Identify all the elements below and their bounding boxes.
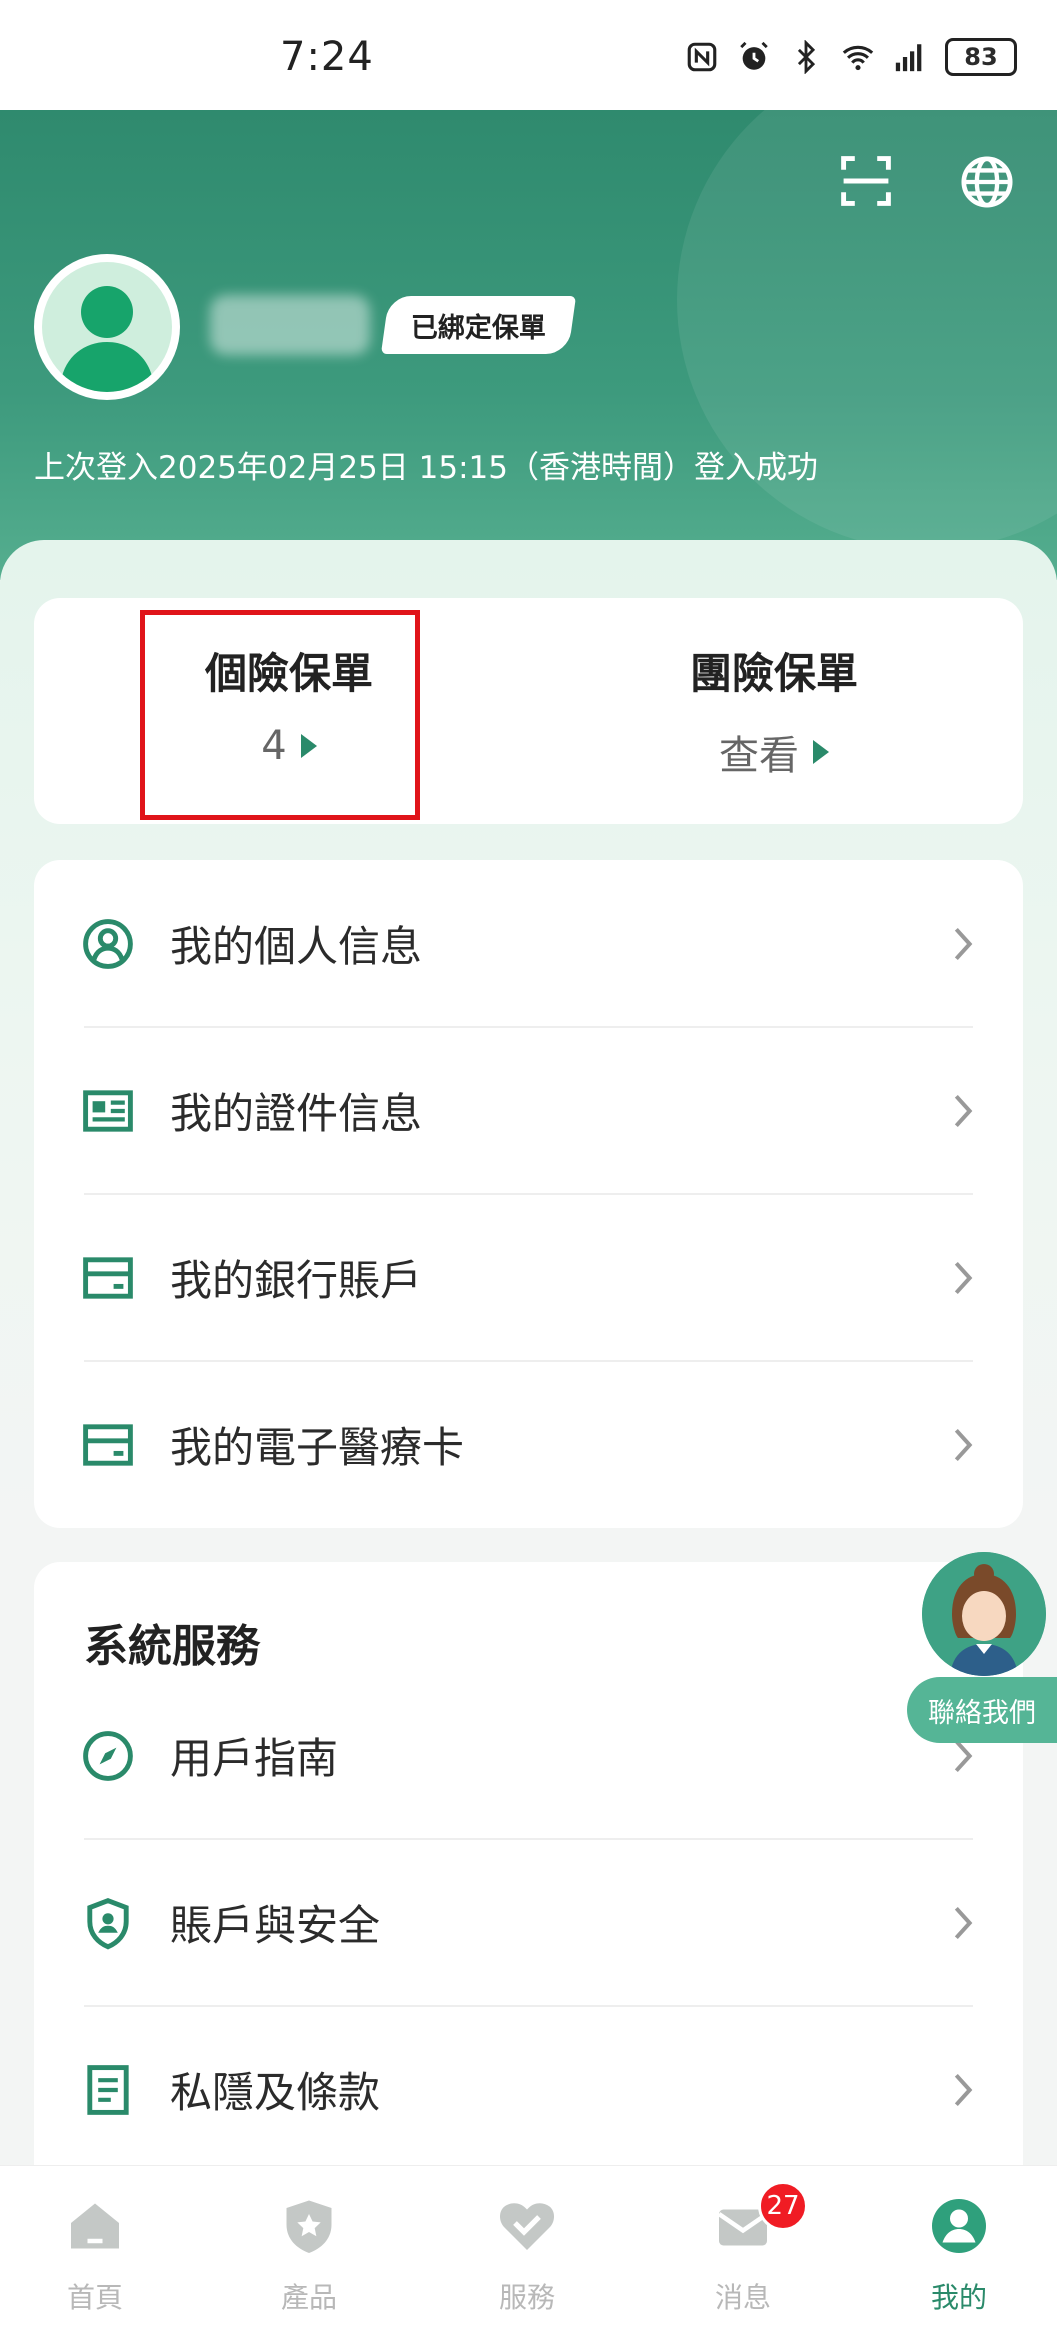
policy-card: 個險保單 4 團險保單 查看 (34, 598, 1023, 824)
compass-icon (83, 1730, 133, 1781)
user-circle-icon (83, 918, 133, 969)
menu-item-bank-account[interactable]: 我的銀行賬戶 (34, 1194, 1023, 1361)
profile-header: 已綁定保單 上次登入2025年02月25日 15:15（香港時間）登入成功 (0, 110, 1057, 580)
last-login-info: 上次登入2025年02月25日 15:15（香港時間）登入成功 (34, 450, 818, 486)
shield-star-icon (286, 2200, 332, 2253)
menu-label: 賬戶與安全 (170, 1901, 381, 1950)
battery-indicator: 83 (945, 38, 1017, 76)
group-policy-title: 團險保單 (689, 649, 858, 698)
document-icon (87, 2064, 129, 2115)
id-card-icon (83, 1089, 133, 1132)
nav-profile[interactable]: 我的 (884, 2166, 1034, 2331)
contact-us-button[interactable]: 聯絡我們 (907, 1677, 1057, 1743)
wifi-icon (842, 45, 874, 71)
home-icon (71, 2203, 119, 2249)
chevron-right-icon (954, 1906, 973, 1939)
menu-item-user-guide[interactable]: 用戶指南 (34, 1672, 1023, 1839)
play-arrow-icon (813, 740, 829, 764)
avatar[interactable] (34, 254, 180, 400)
menu-item-medical-card[interactable]: 我的電子醫療卡 (34, 1361, 1023, 1528)
nav-products[interactable]: 產品 (234, 2166, 384, 2331)
menu-item-personal-info[interactable]: 我的個人信息 (34, 860, 1023, 1027)
nav-services[interactable]: 服務 (452, 2166, 602, 2331)
menu-label: 私隱及條款 (170, 2068, 381, 2117)
bound-policy-badge: 已綁定保單 (380, 296, 577, 354)
nav-messages[interactable]: 27 消息 (668, 2166, 818, 2331)
signal-icon (895, 44, 922, 72)
system-services-card: 系統服務 用戶指南 賬戶與安全 私隱及條款 (34, 1562, 1023, 2222)
globe-icon[interactable] (958, 153, 1016, 211)
menu-label: 我的電子醫療卡 (170, 1423, 465, 1472)
chevron-right-icon (954, 1428, 973, 1461)
chevron-right-icon (954, 927, 973, 960)
shield-user-icon (87, 1897, 129, 1949)
nfc-icon (687, 42, 717, 72)
status-time: 7:24 (280, 34, 374, 80)
bank-card-icon (83, 1256, 133, 1299)
system-services-title: 系統服務 (84, 1621, 260, 1672)
user-name-blurred (210, 295, 370, 355)
chevron-right-icon (954, 2073, 973, 2106)
personal-policy-count[interactable]: 4 (139, 723, 439, 769)
scan-icon[interactable] (838, 153, 894, 209)
menu-label: 我的銀行賬戶 (170, 1256, 423, 1305)
personal-policy-title: 個險保單 (204, 649, 373, 698)
main-content: 個險保單 4 團險保單 查看 我的個人信息 我的證件信息 我的銀行賬戶 我的電子… (0, 540, 1057, 2222)
menu-label: 用戶指南 (170, 1734, 339, 1783)
user-avatar-icon (60, 286, 154, 392)
group-policy-view[interactable]: 查看 (624, 723, 924, 781)
nav-home[interactable]: 首頁 (20, 2166, 170, 2331)
contact-agent-avatar[interactable] (922, 1552, 1046, 1676)
menu-label: 我的證件信息 (170, 1089, 423, 1138)
unread-badge: 27 (758, 2181, 808, 2231)
menu-item-privacy-terms[interactable]: 私隱及條款 (34, 2006, 1023, 2173)
alarm-icon (740, 41, 768, 70)
bluetooth-icon (797, 40, 816, 74)
status-bar: 7:24 83 (0, 0, 1057, 110)
group-policy-tab[interactable]: 團險保單 查看 (624, 598, 924, 824)
service-icon (500, 2203, 554, 2250)
status-icons: 83 (685, 38, 1017, 76)
profile-icon (932, 2199, 986, 2253)
play-arrow-icon (300, 734, 317, 758)
chevron-right-icon (954, 1261, 973, 1294)
menu-item-id-info[interactable]: 我的證件信息 (34, 1027, 1023, 1194)
menu-item-account-security[interactable]: 賬戶與安全 (34, 1839, 1023, 2006)
chevron-right-icon (954, 1094, 973, 1127)
personal-policy-tab[interactable]: 個險保單 4 (139, 598, 439, 824)
bottom-nav: 首頁 產品 服務 27 消息 我的 (0, 2165, 1057, 2331)
agent-icon (922, 1552, 1046, 1676)
menu-label: 我的個人信息 (170, 922, 423, 971)
medical-card-icon (83, 1423, 133, 1466)
account-menu-card: 我的個人信息 我的證件信息 我的銀行賬戶 我的電子醫療卡 (34, 860, 1023, 1528)
